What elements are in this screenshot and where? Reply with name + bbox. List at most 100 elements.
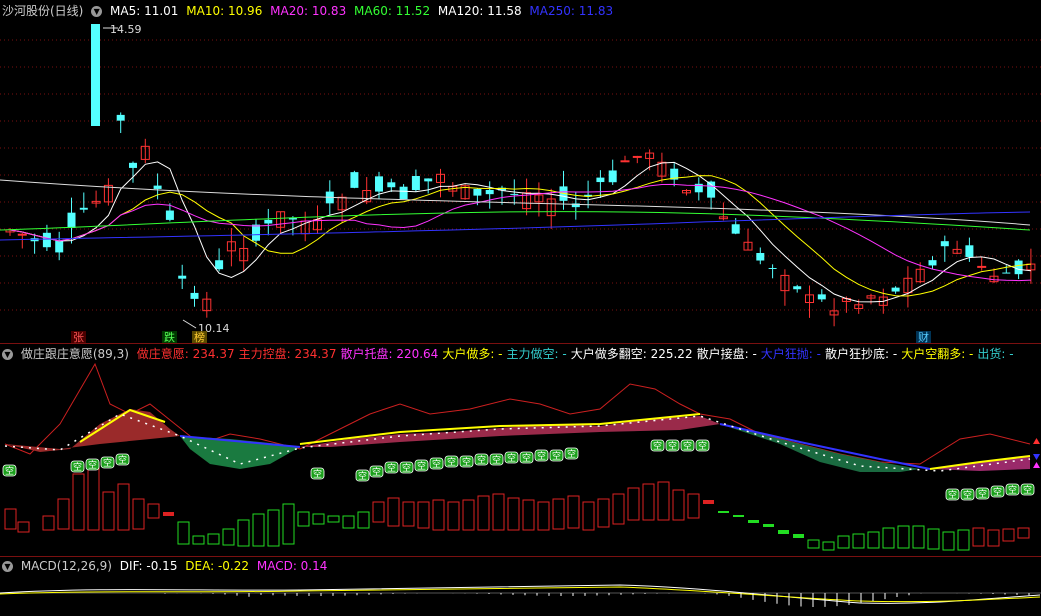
kong-badge-text: 空 bbox=[537, 450, 546, 462]
hist-bar bbox=[942, 531, 955, 551]
hist-bar bbox=[387, 497, 400, 527]
hist-bar bbox=[687, 493, 700, 519]
hist-bar bbox=[147, 503, 160, 519]
hist-bar bbox=[927, 528, 940, 550]
hist-bar bbox=[748, 520, 759, 523]
candle-down bbox=[1002, 272, 1011, 274]
hist-bar bbox=[72, 473, 85, 531]
hist-bar bbox=[987, 529, 1000, 547]
kong-badge-text: 空 bbox=[88, 459, 97, 471]
hist-bar bbox=[17, 521, 30, 533]
hist-bar bbox=[537, 501, 550, 531]
candle-down bbox=[424, 178, 433, 182]
candle-down bbox=[793, 286, 802, 290]
kong-badge-text: 空 bbox=[73, 461, 82, 473]
hist-bar bbox=[192, 535, 205, 545]
candle-down bbox=[375, 176, 383, 192]
candle-down bbox=[42, 232, 51, 248]
candle-down bbox=[817, 294, 826, 300]
hist-bar bbox=[357, 511, 370, 529]
candle-down bbox=[485, 189, 494, 195]
kong-badge-text: 空 bbox=[492, 454, 501, 466]
candle-down bbox=[55, 240, 64, 253]
kong-badge-text: 空 bbox=[417, 460, 426, 472]
candle-down bbox=[965, 245, 974, 257]
hist-bar bbox=[117, 483, 130, 531]
candle-up bbox=[977, 265, 987, 268]
hist-bar bbox=[462, 499, 475, 531]
hist-bar bbox=[612, 493, 625, 525]
kong-badge-text: 空 bbox=[522, 452, 531, 464]
candle-down bbox=[153, 185, 162, 189]
candle-down bbox=[387, 182, 396, 188]
hist-bar bbox=[1017, 527, 1030, 539]
kong-badge-text: 空 bbox=[432, 458, 441, 470]
candle-down bbox=[79, 207, 88, 210]
hist-bar bbox=[477, 495, 490, 531]
candle-down bbox=[928, 260, 937, 266]
kong-badge-text: 空 bbox=[358, 470, 367, 482]
hist-bar bbox=[733, 515, 744, 517]
candle-down bbox=[264, 219, 273, 224]
hist-bar bbox=[627, 487, 640, 521]
hist-bar bbox=[163, 512, 174, 516]
hist-bar bbox=[672, 489, 685, 521]
hist-bar bbox=[177, 521, 190, 545]
hist-bar bbox=[342, 515, 355, 529]
kong-badge-text: 空 bbox=[387, 462, 396, 474]
kong-badge-text: 空 bbox=[507, 452, 516, 464]
triangle-up-icon bbox=[1033, 438, 1040, 444]
indicator-chart[interactable]: 空空空空空空空空空空空空空空空空空空空空空空空空空空空空空空空 bbox=[0, 344, 1041, 555]
hist-bar bbox=[432, 499, 445, 531]
hist-bar bbox=[793, 534, 804, 538]
hist-bar bbox=[807, 539, 820, 549]
kong-badge-text: 空 bbox=[567, 448, 576, 460]
kong-badge-text: 空 bbox=[103, 457, 112, 469]
candle-down bbox=[891, 287, 900, 292]
hist-bar bbox=[417, 501, 430, 529]
triangle-down-icon bbox=[1033, 454, 1040, 460]
hist-bar bbox=[222, 528, 235, 546]
macd-chart[interactable] bbox=[0, 557, 1041, 616]
hist-bar bbox=[642, 483, 655, 521]
ma10-line bbox=[9, 175, 1031, 297]
indicator-panel[interactable]: ▼ 做庄跟庄意愿(89,3) 做庄意愿: 234.37 主力控盘: 234.37 散… bbox=[0, 344, 1041, 555]
candle-down bbox=[399, 186, 408, 200]
kong-badge-text: 空 bbox=[698, 440, 707, 452]
candle-down bbox=[252, 224, 260, 241]
hist-bar bbox=[882, 527, 895, 549]
hist-bar bbox=[567, 495, 580, 529]
hist-bar bbox=[897, 525, 910, 549]
kong-badge-text: 空 bbox=[118, 454, 127, 466]
candle-down bbox=[215, 260, 224, 270]
kong-badge-text: 空 bbox=[948, 489, 957, 501]
candle-up bbox=[620, 160, 630, 163]
hist-bar bbox=[552, 498, 565, 530]
candle-up bbox=[17, 233, 27, 236]
hist-bar bbox=[657, 481, 670, 521]
hist-bar bbox=[763, 524, 774, 527]
kong-badge-text: 空 bbox=[668, 440, 677, 452]
candle-down bbox=[116, 114, 125, 121]
hist-bar bbox=[252, 513, 265, 547]
candle-down bbox=[756, 253, 765, 261]
hist-bar bbox=[972, 527, 985, 547]
low-pointer bbox=[182, 319, 197, 329]
hist-bar bbox=[57, 498, 70, 530]
kline-panel[interactable]: 沙河股份(日线) ▼ MA5: 11.01 MA10: 10.96 MA20: … bbox=[0, 0, 1041, 344]
hist-bar bbox=[778, 530, 789, 534]
kong-badge-text: 空 bbox=[372, 466, 381, 478]
hist-bar bbox=[42, 515, 55, 531]
hist-bar bbox=[267, 509, 280, 547]
hist-bar bbox=[507, 497, 520, 531]
candle-down bbox=[178, 275, 187, 279]
hist-bar bbox=[957, 529, 970, 551]
kline-chart[interactable] bbox=[0, 0, 1041, 342]
candle-down bbox=[411, 176, 420, 191]
hist-bar bbox=[4, 508, 17, 530]
hist-bar bbox=[837, 535, 850, 549]
macd-panel[interactable]: ▼ MACD(12,26,9) DIF: -0.15 DEA: -0.22 MA… bbox=[0, 557, 1041, 616]
kong-badge-text: 空 bbox=[993, 486, 1002, 498]
kong-badge-text: 空 bbox=[1023, 484, 1032, 496]
hist-bar bbox=[312, 513, 325, 525]
